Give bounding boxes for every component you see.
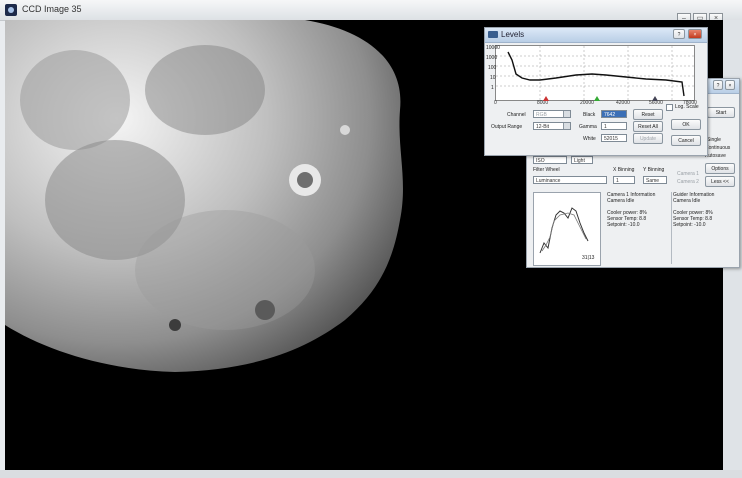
- x-binning-select[interactable]: 1: [613, 176, 635, 184]
- output-range-select[interactable]: 12-Bit: [533, 122, 571, 130]
- guider-info-line: Setpoint: -10.0: [673, 222, 706, 228]
- camera1-info: Camera 1 Information Camera Idle Cooler …: [607, 192, 673, 264]
- camera1-radio-label[interactable]: Camera 1: [677, 171, 699, 177]
- channel-value: RGB: [536, 112, 547, 118]
- levels-titlebar: Levels ? ×: [485, 28, 707, 43]
- levels-help-button[interactable]: ?: [673, 29, 685, 39]
- options-button[interactable]: Options: [705, 163, 735, 174]
- levels-close-button[interactable]: ×: [688, 29, 702, 39]
- camera-help-button[interactable]: ?: [713, 80, 723, 90]
- autosave-label: Autosave: [705, 153, 726, 159]
- filter-wheel-label: Filter Wheel: [533, 167, 560, 173]
- guider-info: Guider Information Camera Idle Cooler po…: [673, 192, 739, 264]
- ok-button[interactable]: OK: [671, 119, 701, 130]
- y-tick: 10000: [486, 45, 500, 51]
- log-scale-checkbox[interactable]: [666, 104, 673, 111]
- status-strip: [0, 470, 742, 478]
- cancel-button[interactable]: Cancel: [671, 135, 701, 146]
- y-tick: 100: [488, 65, 497, 71]
- app-icon: [5, 4, 17, 16]
- x-tick: 42000: [616, 100, 630, 106]
- camera-close-button[interactable]: ×: [725, 80, 735, 90]
- white-input[interactable]: 52015: [601, 134, 627, 142]
- gamma-input[interactable]: 1: [601, 122, 627, 130]
- output-range-value: 12-Bit: [536, 124, 550, 130]
- y-tick: 1: [491, 85, 494, 91]
- filter-select[interactable]: Luminance: [533, 176, 607, 184]
- update-button[interactable]: Update: [633, 133, 663, 144]
- camera1-info-line: Setpoint: -10.0: [607, 222, 640, 228]
- graph-counter: 31|13: [582, 255, 595, 261]
- start-button[interactable]: Start: [707, 107, 735, 118]
- camera2-radio-label[interactable]: Camera 2: [677, 179, 699, 185]
- iso-select[interactable]: ISO: [533, 156, 567, 164]
- channel-select[interactable]: RGB: [533, 110, 571, 118]
- black-label: Black: [583, 112, 596, 118]
- y-binning-label: Y Binning: [643, 167, 665, 173]
- black-point-slider[interactable]: [543, 96, 549, 101]
- log-scale-label: Log. Scale: [675, 104, 699, 110]
- white-point-slider[interactable]: [652, 96, 658, 101]
- histogram-plot[interactable]: 10000: [486, 45, 695, 101]
- window-title: CCD Image 35: [22, 4, 82, 14]
- output-range-label: Output Range: [491, 124, 523, 130]
- y-tick: 1000: [486, 55, 498, 61]
- white-label: White: [583, 136, 596, 142]
- black-input[interactable]: 7642: [601, 110, 627, 118]
- levels-icon: [488, 31, 498, 38]
- continuous-label: Continuous: [705, 145, 731, 151]
- focus-graph: 31|13: [533, 192, 601, 266]
- less-button[interactable]: Less <<: [705, 176, 735, 187]
- y-binning-select[interactable]: Same: [643, 176, 667, 184]
- info-divider: [671, 192, 672, 264]
- y-tick: 10: [490, 75, 496, 81]
- gamma-label: Gamma: [579, 124, 597, 130]
- channel-label: Channel: [507, 112, 526, 118]
- main-titlebar: CCD Image 35 – ▭ ×: [0, 0, 742, 24]
- x-binning-label: X Binning: [613, 167, 635, 173]
- levels-dialog: Levels ? × 10000 1000 100 10 1 0 8000 20…: [484, 27, 708, 156]
- frame-type-select[interactable]: Light: [571, 156, 593, 164]
- gamma-slider[interactable]: [594, 96, 600, 101]
- single-label: Single: [707, 137, 721, 143]
- reset-button[interactable]: Reset: [633, 109, 663, 120]
- x-tick: 0: [494, 100, 497, 106]
- x-tick: 20000: [580, 100, 594, 106]
- levels-title: Levels: [501, 30, 525, 39]
- reset-all-button[interactable]: Reset All: [633, 121, 663, 132]
